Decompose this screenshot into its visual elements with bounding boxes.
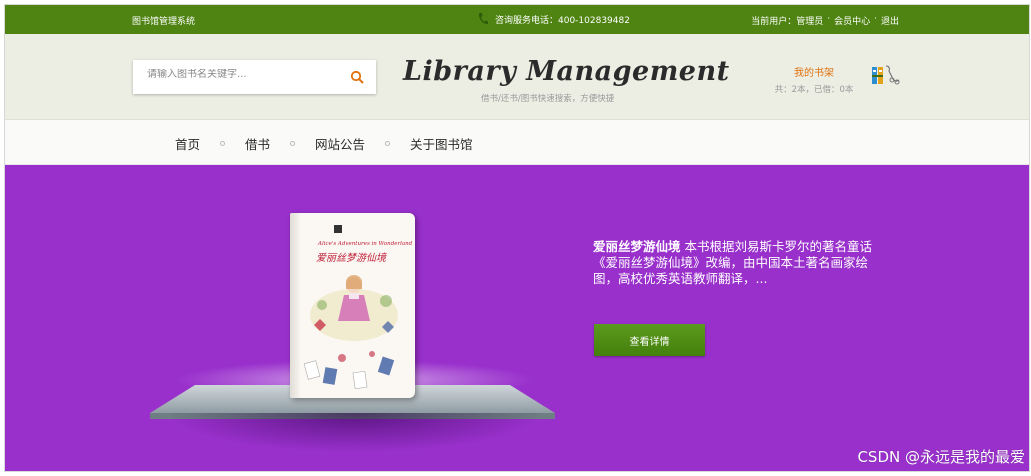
hero-banner: Alice's Adventures in Wonderland 爱丽丝梦游仙境 xyxy=(5,165,1029,471)
search-box xyxy=(133,60,376,94)
separator: · xyxy=(874,14,877,24)
nav-item-borrow[interactable]: 借书 xyxy=(245,134,270,153)
page-frame: 图书馆管理系统 咨询服务电话：400-102839482 当前用户：管理员 · … xyxy=(4,4,1030,472)
main-nav: 首页 借书 网站公告 关于图书馆 xyxy=(5,120,1029,165)
site-logo[interactable]: Library Management xyxy=(403,56,730,87)
my-bookshelf[interactable]: 我的书架 共：2本，已借：0本 xyxy=(770,64,858,95)
playing-cards-illustration xyxy=(303,351,395,390)
system-name: 图书馆管理系统 xyxy=(132,17,196,27)
bookshelf-title[interactable]: 我的书架 xyxy=(770,64,858,79)
nav-item-announcements[interactable]: 网站公告 xyxy=(315,134,365,153)
book-cover[interactable]: Alice's Adventures in Wonderland 爱丽丝梦游仙境 xyxy=(290,213,415,398)
nav-item-about[interactable]: 关于图书馆 xyxy=(410,134,473,153)
search-input[interactable] xyxy=(147,69,337,80)
logout-link[interactable]: 退出 xyxy=(881,14,899,27)
bookshelf-counts: 共：2本，已借：0本 xyxy=(774,85,854,95)
member-center-link[interactable]: 会员中心 xyxy=(834,14,870,27)
cover-illustration xyxy=(310,275,398,341)
separator: · xyxy=(827,14,831,24)
books-icon[interactable] xyxy=(871,64,901,86)
nav-separator-dot xyxy=(385,141,391,146)
phone-icon xyxy=(478,13,488,25)
publisher-badge xyxy=(334,225,342,233)
nav-item-home[interactable]: 首页 xyxy=(175,134,200,153)
cover-title: 爱丽丝梦游仙境 xyxy=(316,253,386,264)
phone-label: 咨询服务电话：400-102839482 xyxy=(495,15,630,26)
nav-separator-dot xyxy=(220,141,226,146)
shelf-shadow xyxy=(165,413,545,453)
top-bar: 图书馆管理系统 咨询服务电话：400-102839482 当前用户：管理员 · … xyxy=(5,5,1029,34)
cover-subtitle: Alice's Adventures in Wonderland xyxy=(318,241,413,247)
book-title[interactable]: 爱丽丝梦游仙境 xyxy=(593,239,681,254)
phone-info: 咨询服务电话：400-102839482 xyxy=(477,12,630,26)
book-description: 爱丽丝梦游仙境 本书根据刘易斯卡罗尔的著名童话《爱丽丝梦游仙境》改编，由中国本土… xyxy=(593,239,889,287)
nav-separator-dot xyxy=(290,141,296,146)
user-links: 当前用户：管理员 · 会员中心 · 退出 xyxy=(751,14,899,27)
book-spine xyxy=(290,213,300,398)
search-icon[interactable] xyxy=(350,70,364,84)
view-details-button[interactable]: 查看详情 xyxy=(594,324,705,356)
watermark: CSDN @永远是我的最爱 xyxy=(857,448,1025,466)
tagline: 借书/还书/图书快速搜索，方便快捷 xyxy=(481,94,615,104)
current-user: 当前用户：管理员 xyxy=(751,17,824,27)
header: Library Management 借书/还书/图书快速搜索，方便快捷 我的书… xyxy=(5,34,1029,120)
